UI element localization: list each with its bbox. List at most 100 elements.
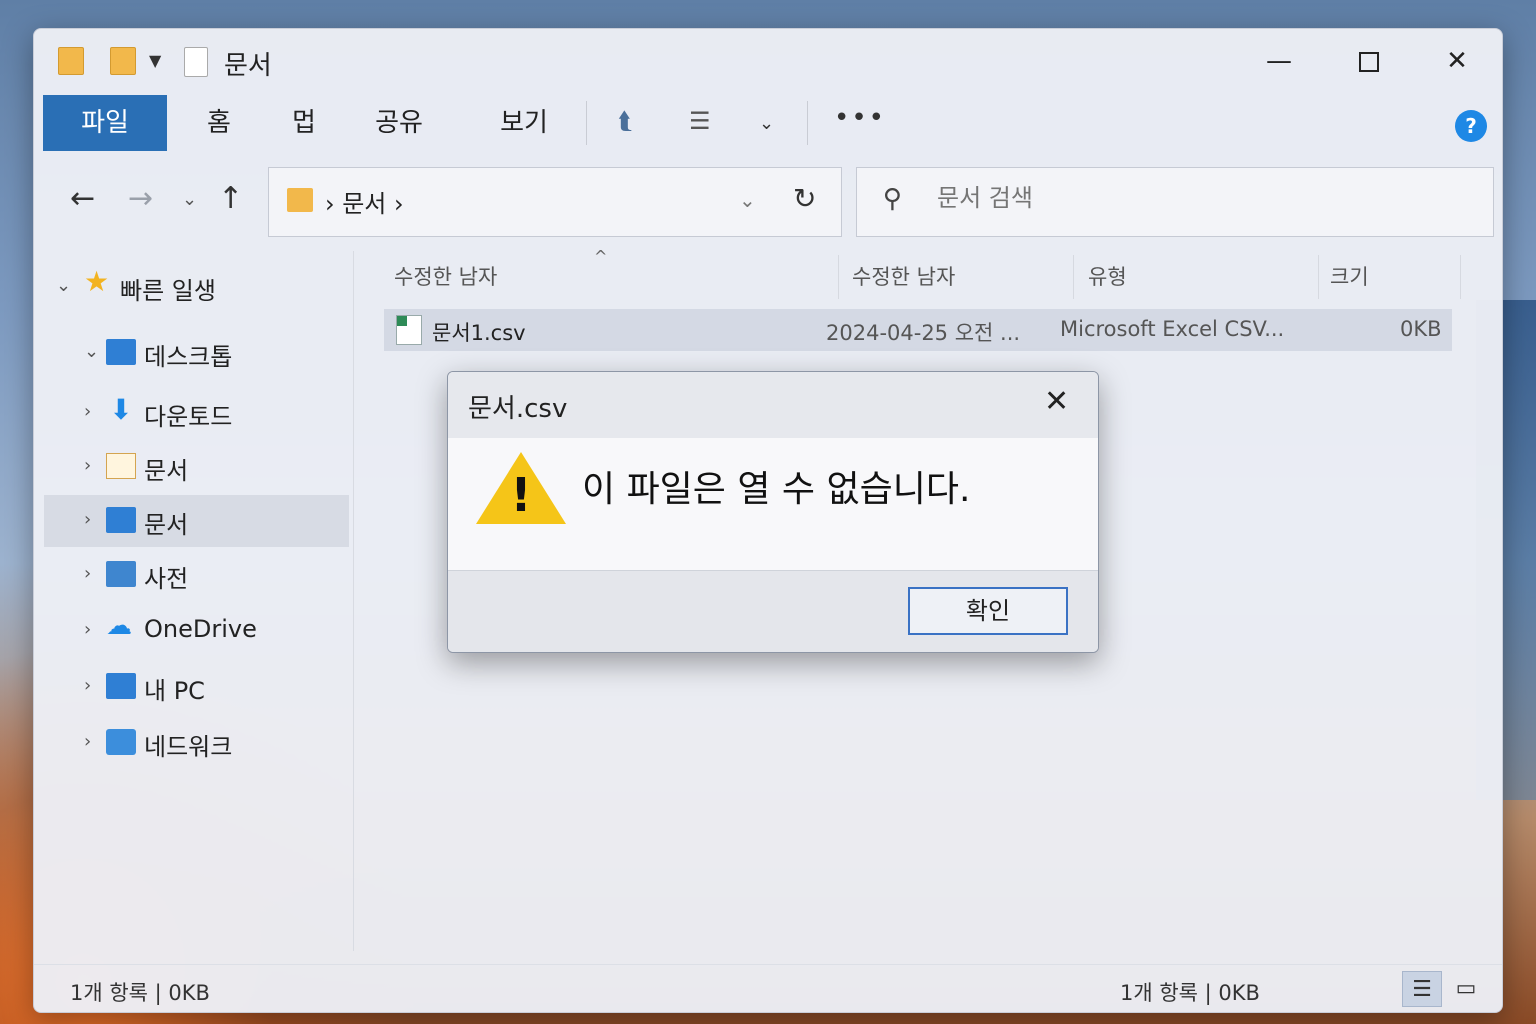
file-size: 0KB	[1400, 317, 1442, 341]
csv-file-icon	[396, 315, 422, 345]
help-button[interactable]: ?	[1455, 110, 1487, 142]
status-item-count-right: 1개 항록 | 0KB	[1120, 981, 1260, 1005]
details-view-button[interactable]: ☰	[1402, 971, 1442, 1007]
chevron-right-icon[interactable]: ›	[84, 563, 91, 584]
pc-icon	[106, 673, 136, 699]
address-dropdown-icon[interactable]: ⌄	[739, 188, 756, 212]
quick-access-folder-icon[interactable]	[58, 47, 84, 75]
navigation-pane: ⌄ ★ 빠른 일생 ⌄ 데스크톱 › ⬇ 다운토드 › 문서 › 문서 › 사전	[34, 251, 354, 951]
refresh-button[interactable]: ↻	[793, 182, 816, 215]
sidebar-item-documents[interactable]: › 문서	[44, 441, 349, 493]
dialog-close-button[interactable]: ✕	[1044, 384, 1069, 419]
quick-access-new-folder-icon[interactable]	[110, 47, 136, 75]
pin-icon[interactable]: ⮬	[618, 107, 632, 135]
minimize-button[interactable]: —	[1249, 43, 1309, 79]
ribbon: 파일 홈 멉 공유 보기 ⮬ ☰ ⌄ •••	[34, 93, 1502, 151]
sidebar-item-onedrive[interactable]: › ☁ OneDrive	[44, 605, 349, 657]
warning-icon: !	[476, 452, 566, 530]
star-icon: ★	[84, 265, 110, 298]
title-bar: ▼ 문서 — ✕	[34, 29, 1502, 93]
chevron-down-icon[interactable]: ⌄	[56, 275, 71, 296]
error-dialog: 문서.csv ✕ ! 이 파일은 열 수 없습니다. 확인	[447, 371, 1099, 653]
maximize-button[interactable]	[1339, 43, 1399, 79]
sidebar-item-this-pc[interactable]: › 내 PC	[44, 661, 349, 713]
sidebar-item-label: 데스크톱	[144, 343, 233, 371]
chevron-right-icon[interactable]: ›	[84, 675, 91, 696]
tab-share[interactable]: 공유	[354, 95, 444, 151]
sidebar-item-pictures[interactable]: › 사전	[44, 549, 349, 601]
sidebar-item-desktop[interactable]: ⌄ 데스크톱	[44, 327, 349, 379]
forward-button[interactable]: →	[128, 181, 153, 216]
column-header-name[interactable]: 수정한 남자	[394, 261, 497, 291]
list-options-icon[interactable]: ☰	[689, 107, 711, 135]
column-separator[interactable]	[1318, 255, 1319, 299]
sidebar-item-label: 문서	[144, 457, 189, 485]
chevron-right-icon[interactable]: ›	[84, 455, 91, 476]
folder-icon	[287, 188, 313, 212]
chevron-right-icon[interactable]: ›	[84, 401, 91, 422]
dialog-title-bar: 문서.csv ✕	[448, 372, 1098, 438]
close-button[interactable]: ✕	[1427, 43, 1487, 79]
recent-locations-button[interactable]: ⌄	[182, 189, 197, 210]
tab-file[interactable]: 파일	[43, 95, 167, 151]
search-input[interactable]	[937, 184, 1457, 212]
dialog-title: 문서.csv	[468, 394, 568, 424]
desktop-icon	[106, 339, 136, 365]
chevron-right-icon[interactable]: ›	[84, 509, 91, 530]
table-row[interactable]: 문서1.csv 2024-04-25 오전 ... Microsoft Exce…	[384, 309, 1452, 351]
column-header-size[interactable]: 크기	[1330, 261, 1369, 291]
search-icon: ⚲	[883, 184, 903, 214]
search-box[interactable]: ⚲	[856, 167, 1494, 237]
tab-view[interactable]: 보기	[479, 95, 569, 151]
dialog-footer: 확인	[448, 570, 1098, 652]
sidebar-item-label: 내 PC	[144, 677, 205, 705]
sidebar-item-quick-access[interactable]: ⌄ ★ 빠른 일생	[44, 261, 349, 313]
sort-ascending-icon: ^	[594, 247, 608, 266]
up-button[interactable]: ↑	[218, 181, 243, 216]
window-title: 문서	[224, 51, 272, 81]
breadcrumb[interactable]: › 문서 ›	[325, 184, 404, 219]
dialog-message: 이 파일은 열 수 없습니다.	[582, 469, 971, 510]
column-separator[interactable]	[838, 255, 839, 299]
ok-button[interactable]: 확인	[908, 587, 1068, 635]
ribbon-separator	[586, 101, 587, 145]
tab-home[interactable]: 홈	[184, 95, 254, 151]
address-bar[interactable]: › 문서 › ⌄ ↻	[268, 167, 842, 237]
file-name: 문서1.csv	[432, 321, 526, 345]
column-separator[interactable]	[1460, 255, 1461, 299]
document-icon	[106, 453, 136, 479]
column-header-date[interactable]: 수정한 남자	[852, 261, 955, 291]
navigation-bar: ← → ⌄ ↑ › 문서 › ⌄ ↻ ⚲	[44, 167, 1494, 239]
file-type: Microsoft Excel CSV...	[1060, 317, 1285, 341]
quick-access-dropdown-icon[interactable]: ▼	[149, 51, 161, 70]
column-header-type[interactable]: 유형	[1088, 261, 1127, 291]
document-icon	[184, 47, 208, 77]
file-date: 2024-04-25 오전 ...	[826, 321, 1021, 345]
status-bar: 1개 항록 | 0KB 1개 항록 | 0KB ☰ ▭	[34, 964, 1502, 1012]
more-options-button[interactable]: •••	[834, 103, 886, 133]
onedrive-icon: ☁	[106, 611, 132, 641]
sidebar-item-label: 빠른 일생	[120, 277, 216, 305]
chevron-right-icon[interactable]: ›	[84, 731, 91, 752]
document-folder-icon	[106, 507, 136, 533]
maximize-icon	[1359, 51, 1379, 72]
sidebar-item-label: 사전	[144, 565, 189, 593]
sidebar-item-network[interactable]: › 네드워크	[44, 717, 349, 769]
sidebar-item-label: 다운토드	[144, 403, 233, 431]
tiles-view-button[interactable]: ▭	[1446, 971, 1486, 1007]
pictures-icon	[106, 561, 136, 587]
column-separator[interactable]	[1073, 255, 1074, 299]
sidebar-item-label: 문서	[144, 511, 189, 539]
chevron-right-icon[interactable]: ›	[84, 619, 91, 640]
sidebar-item-downloads[interactable]: › ⬇ 다운토드	[44, 387, 349, 439]
sidebar-item-label: OneDrive	[144, 615, 257, 643]
sidebar-item-documents-selected[interactable]: › 문서	[44, 495, 349, 547]
tab-3[interactable]: 멉	[269, 95, 339, 151]
back-button[interactable]: ←	[70, 181, 95, 216]
dialog-body: ! 이 파일은 열 수 없습니다.	[448, 438, 1098, 570]
download-icon: ⬇	[109, 393, 133, 426]
ribbon-separator	[807, 101, 808, 145]
chevron-down-icon[interactable]: ⌄	[84, 341, 99, 362]
chevron-down-icon[interactable]: ⌄	[759, 113, 774, 134]
status-item-count-left: 1개 항록 | 0KB	[70, 981, 210, 1005]
